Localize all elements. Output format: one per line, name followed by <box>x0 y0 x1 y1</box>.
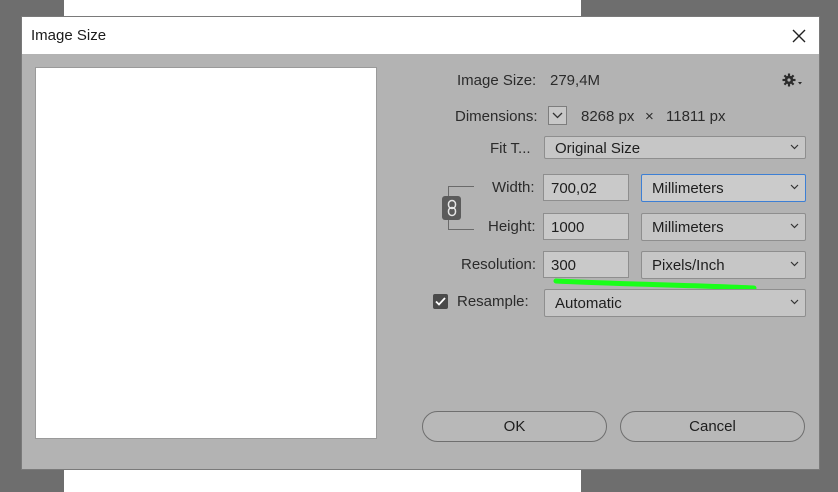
gear-icon <box>782 73 802 87</box>
width-label: Width: <box>492 179 535 196</box>
image-preview[interactable] <box>35 67 377 439</box>
image-size-dialog: Image Size Image Size: 279,4M Dimensions… <box>22 17 819 469</box>
fit-to-select[interactable]: Original Size <box>544 136 806 159</box>
width-input[interactable]: 700,02 <box>543 174 629 201</box>
chevron-down-icon <box>790 223 799 229</box>
title-bar: Image Size <box>22 17 819 54</box>
chevron-down-icon <box>790 261 799 267</box>
height-input[interactable]: 1000 <box>543 213 629 240</box>
resolution-input[interactable]: 300 <box>543 251 629 278</box>
width-value: 700,02 <box>551 180 597 197</box>
dimensions-separator: × <box>645 108 654 125</box>
dimensions-units-toggle[interactable] <box>548 106 567 125</box>
height-label: Height: <box>488 218 536 235</box>
resolution-unit-select[interactable]: Pixels/Inch <box>641 251 806 279</box>
resample-method-selected: Automatic <box>555 295 622 312</box>
checkmark-icon <box>435 297 446 306</box>
image-size-label: Image Size: <box>457 72 537 89</box>
chevron-down-icon <box>552 112 563 119</box>
link-icon <box>447 199 456 217</box>
settings-gear-button[interactable] <box>781 71 805 91</box>
dialog-title: Image Size <box>31 27 107 44</box>
fit-to-label: Fit T... <box>490 140 531 157</box>
dimensions-label: Dimensions: <box>455 108 538 125</box>
dimensions-height-value: 11811 px <box>666 108 726 125</box>
ok-button[interactable]: OK <box>422 411 607 442</box>
resolution-label: Resolution: <box>461 256 537 273</box>
close-icon <box>792 29 806 43</box>
resolution-value: 300 <box>551 257 577 274</box>
resample-method-select[interactable]: Automatic <box>544 289 806 317</box>
resample-checkbox[interactable] <box>433 294 448 309</box>
resample-label: Resample: <box>457 293 529 310</box>
dimensions-width-value: 8268 px <box>581 108 635 125</box>
chevron-down-icon <box>790 299 799 305</box>
height-value: 1000 <box>551 219 585 236</box>
resolution-unit-selected: Pixels/Inch <box>652 257 725 274</box>
height-unit-selected: Millimeters <box>652 219 724 236</box>
width-unit-select[interactable]: Millimeters <box>641 174 806 202</box>
image-size-value: 279,4M <box>550 72 601 89</box>
chevron-down-icon <box>790 184 799 190</box>
chevron-down-icon <box>790 144 799 149</box>
fit-to-selected: Original Size <box>555 140 641 157</box>
height-unit-select[interactable]: Millimeters <box>641 213 806 241</box>
width-unit-selected: Millimeters <box>652 180 724 197</box>
cancel-button[interactable]: Cancel <box>620 411 805 442</box>
constrain-proportions-button[interactable] <box>442 196 461 220</box>
close-button[interactable] <box>785 22 813 50</box>
